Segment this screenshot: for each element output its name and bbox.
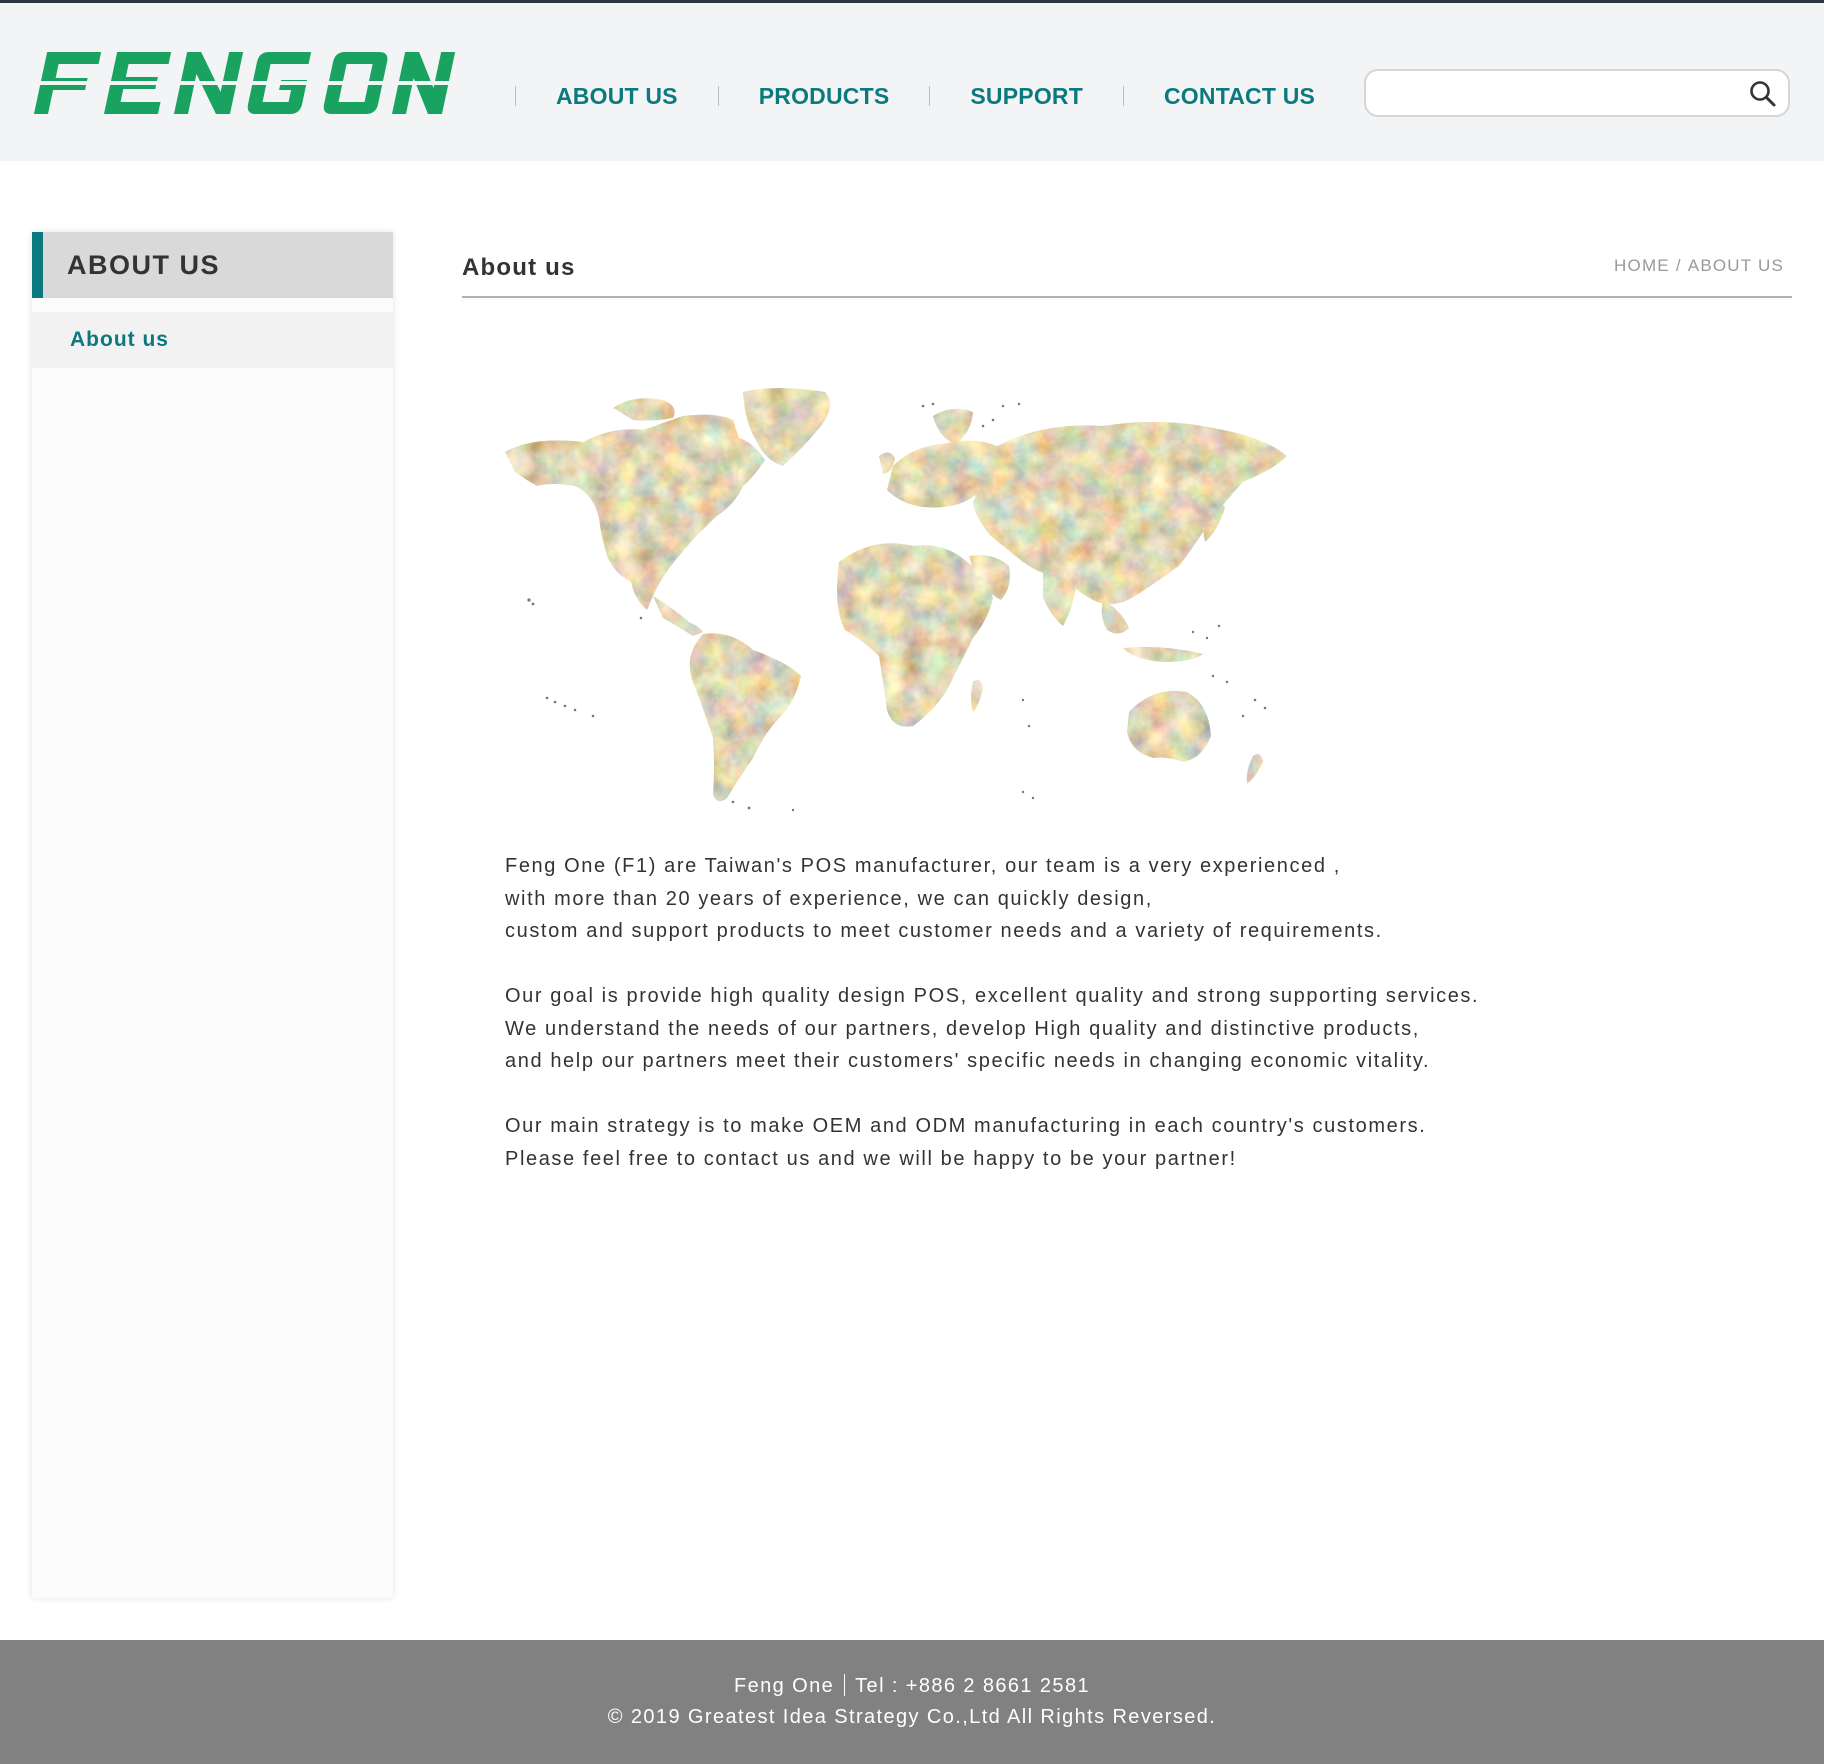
breadcrumb-separator: / — [1675, 256, 1682, 275]
sidebar-item-label: About us — [70, 328, 169, 351]
about-paragraph: Our goal is provide high quality design … — [505, 980, 1705, 1078]
page-title: About us — [462, 254, 576, 281]
paragraph-line: and help our partners meet their custome… — [505, 1050, 1431, 1072]
sidebar-item-about-us[interactable]: About us — [32, 312, 393, 368]
footer-tel: Tel : +886 2 8661 2581 — [855, 1675, 1091, 1697]
paragraph-line: custom and support products to meet cust… — [505, 920, 1383, 942]
main-nav: ABOUT US PRODUCTS SUPPORT CONTACT US — [515, 77, 1355, 115]
sidebar: ABOUT US About us — [32, 232, 393, 1598]
paragraph-line: We understand the needs of our partners,… — [505, 1017, 1420, 1040]
search-box — [1364, 69, 1790, 117]
about-paragraph: Feng One (F1) are Taiwan's POS manufactu… — [505, 850, 1705, 948]
nav-contact-us[interactable]: CONTACT US — [1124, 83, 1355, 110]
paragraph-line: with more than 20 years of experience, w… — [505, 887, 1153, 910]
paragraph-line: Please feel free to contact us and we wi… — [505, 1147, 1237, 1170]
breadcrumb: HOME / ABOUT US — [1614, 256, 1784, 276]
title-divider — [462, 296, 1792, 298]
sidebar-accent-bar — [32, 232, 43, 298]
site-header: ABOUT US PRODUCTS SUPPORT CONTACT US — [0, 3, 1824, 161]
feng-one-logo[interactable] — [30, 48, 462, 120]
paragraph-line: Our main strategy is to make OEM and ODM… — [505, 1115, 1427, 1137]
about-paragraph: Our main strategy is to make OEM and ODM… — [505, 1110, 1705, 1175]
nav-products[interactable]: PRODUCTS — [719, 83, 930, 110]
footer-company: Feng One — [733, 1675, 835, 1697]
world-map-image — [503, 386, 1289, 816]
logo-graphic — [30, 52, 462, 114]
paragraph-line: Our goal is provide high quality design … — [505, 985, 1480, 1007]
footer-divider — [844, 1674, 846, 1696]
nav-support[interactable]: SUPPORT — [930, 83, 1123, 110]
breadcrumb-home[interactable]: HOME — [1614, 256, 1670, 276]
breadcrumb-about-us[interactable]: ABOUT US — [1688, 256, 1784, 276]
about-content: Feng One (F1) are Taiwan's POS manufactu… — [505, 850, 1705, 1208]
site-footer: Feng One Tel : +886 2 8661 2581 © 2019 Gr… — [0, 1640, 1824, 1764]
paragraph-line: Feng One (F1) are Taiwan's POS manufactu… — [505, 855, 1341, 877]
footer-copyright: © 2019 Greatest Idea Strategy Co.,Ltd Al… — [607, 1706, 1217, 1728]
footer-contact-line: Feng One Tel : +886 2 8661 2581 — [0, 1674, 1824, 1698]
search-input[interactable] — [1380, 79, 1724, 109]
nav-about-us[interactable]: ABOUT US — [516, 83, 718, 110]
search-icon[interactable] — [1748, 79, 1778, 109]
sidebar-header: ABOUT US — [32, 232, 393, 298]
sidebar-title: ABOUT US — [67, 250, 220, 280]
